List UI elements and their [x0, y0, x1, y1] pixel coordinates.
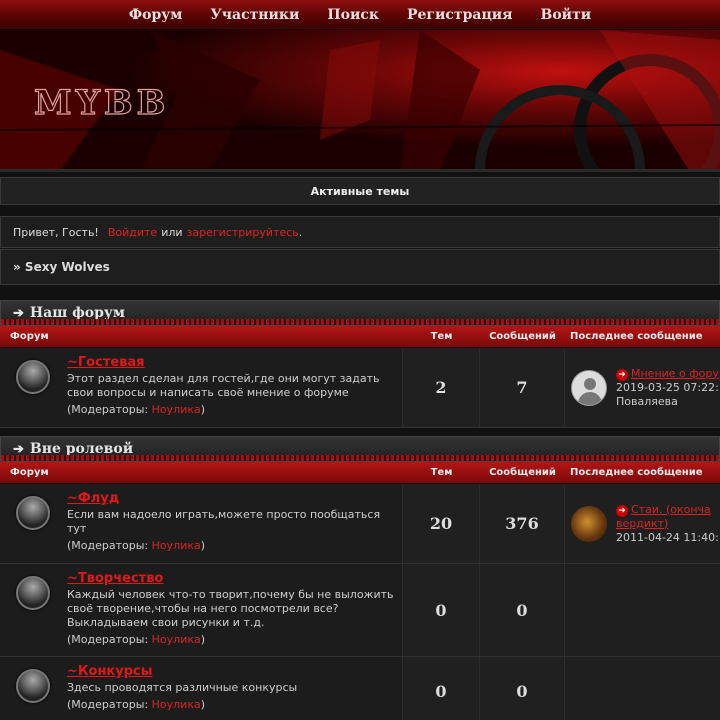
col-last-post: Последнее сообщение — [570, 467, 703, 478]
col-forum: Форум — [10, 467, 49, 478]
header-stripe — [1, 319, 719, 325]
col-posts: Сообщений — [489, 331, 556, 342]
greeting-or: или — [161, 225, 183, 239]
moderator-link[interactable]: Ноулика — [152, 633, 201, 646]
forum-row: ~Гостевая Этот раздел сделан для гостей,… — [0, 348, 720, 428]
moderator-link[interactable]: Ноулика — [152, 698, 201, 711]
last-post — [565, 564, 720, 656]
last-post-link[interactable]: ➔ Стаи. (оконча — [616, 503, 719, 517]
breadcrumb[interactable]: » Sexy Wolves — [0, 249, 720, 285]
last-post: ➔ Мнение о фору 2019-03-25 07:22: Поваляе… — [565, 348, 720, 427]
column-headers: Форум Тем Сообщений Последнее сообщение — [0, 326, 720, 348]
forum-row: ~Флуд Если вам надоело играть,можете про… — [0, 484, 720, 564]
nav-login[interactable]: Войти — [541, 7, 592, 23]
go-icon: ➔ — [616, 504, 628, 517]
register-link[interactable]: зарегистрируйтесь — [187, 226, 299, 239]
category-header[interactable]: ➔ Наш форум — [0, 300, 720, 326]
category-header[interactable]: ➔ Вне ролевой — [0, 436, 720, 462]
nav-forum[interactable]: Форум — [129, 7, 183, 23]
topics-count: 0 — [403, 657, 480, 720]
forum-status-icon — [16, 576, 50, 610]
forum-banner: MYBB — [0, 30, 720, 172]
forum-link[interactable]: ~Флуд — [67, 492, 396, 506]
category-vne-roleplay: ➔ Вне ролевой Форум Тем Сообщений Послед… — [0, 436, 720, 720]
forum-status-icon — [16, 360, 50, 394]
last-post-date: 2019-03-25 07:22: — [616, 380, 719, 394]
category-nash-forum: ➔ Наш форум Форум Тем Сообщений Последне… — [0, 300, 720, 428]
forum-link[interactable]: ~Конкурсы — [67, 665, 297, 679]
col-topics: Тем — [430, 331, 453, 342]
col-posts: Сообщений — [489, 467, 556, 478]
posts-count: 376 — [480, 484, 565, 563]
login-link[interactable]: Войдите — [108, 226, 157, 239]
avatar[interactable] — [571, 505, 607, 542]
banner-artwork: MYBB — [0, 30, 720, 169]
last-post — [565, 657, 720, 720]
banner-logo: MYBB — [34, 83, 169, 123]
forum-status-icon — [16, 496, 50, 530]
greeting-text: Привет, Гость! — [13, 225, 99, 239]
col-last-post: Последнее сообщение — [570, 331, 703, 342]
forum-row: ~Творчество Каждый человек что-то творит… — [0, 564, 720, 657]
col-forum: Форум — [10, 331, 49, 342]
nav-members[interactable]: Участники — [210, 7, 299, 23]
posts-count: 0 — [480, 564, 565, 656]
last-post-link[interactable]: ➔ Мнение о фору — [616, 367, 719, 381]
moderator-link[interactable]: Ноулика — [152, 539, 201, 552]
forum-moderators: (Модераторы: Ноулика) — [67, 539, 205, 552]
go-icon: ➔ — [616, 368, 628, 381]
last-post-link-cont[interactable]: вердикт) — [616, 517, 719, 531]
last-post-author: Поваляева — [616, 394, 678, 408]
active-topics-link[interactable]: Активные темы — [0, 177, 720, 205]
greeting-suffix: . — [298, 225, 303, 239]
forum-link[interactable]: ~Гостевая — [67, 356, 396, 370]
column-headers: Форум Тем Сообщений Последнее сообщение — [0, 462, 720, 484]
col-topics: Тем — [430, 467, 453, 478]
last-post-date: 2011-04-24 11:40: — [616, 530, 719, 544]
forum-description: Каждый человек что-то творит,почему бы н… — [67, 588, 394, 629]
posts-count: 7 — [480, 348, 565, 427]
topics-count: 20 — [403, 484, 480, 563]
topics-count: 0 — [403, 564, 480, 656]
nav-register[interactable]: Регистрация — [407, 7, 513, 23]
forum-description: Этот раздел сделан для гостей,где они мо… — [67, 372, 380, 399]
forum-moderators: (Модераторы: Ноулика) — [67, 403, 205, 416]
header-stripe — [1, 455, 719, 461]
topics-count: 2 — [403, 348, 480, 427]
last-post: ➔ Стаи. (оконча вердикт) 2011-04-24 11:40… — [565, 484, 720, 563]
forum-moderators: (Модераторы: Ноулика) — [67, 698, 205, 711]
avatar[interactable] — [571, 369, 607, 406]
nav-search[interactable]: Поиск — [327, 7, 379, 23]
forum-description: Если вам надоело играть,можете просто по… — [67, 508, 381, 535]
forum-status-icon — [16, 669, 50, 703]
moderator-link[interactable]: Ноулика — [152, 403, 201, 416]
forum-row: ~Конкурсы Здесь проводятся различные кон… — [0, 657, 720, 720]
forum-description: Здесь проводятся различные конкурсы — [67, 681, 298, 694]
posts-count: 0 — [480, 657, 565, 720]
guest-greeting: Привет, Гость! Войдите или зарегистрируй… — [0, 216, 720, 248]
forum-link[interactable]: ~Творчество — [67, 572, 396, 586]
forum-moderators: (Модераторы: Ноулика) — [67, 633, 205, 646]
top-navigation: Форум Участники Поиск Регистрация Войти — [0, 0, 720, 30]
